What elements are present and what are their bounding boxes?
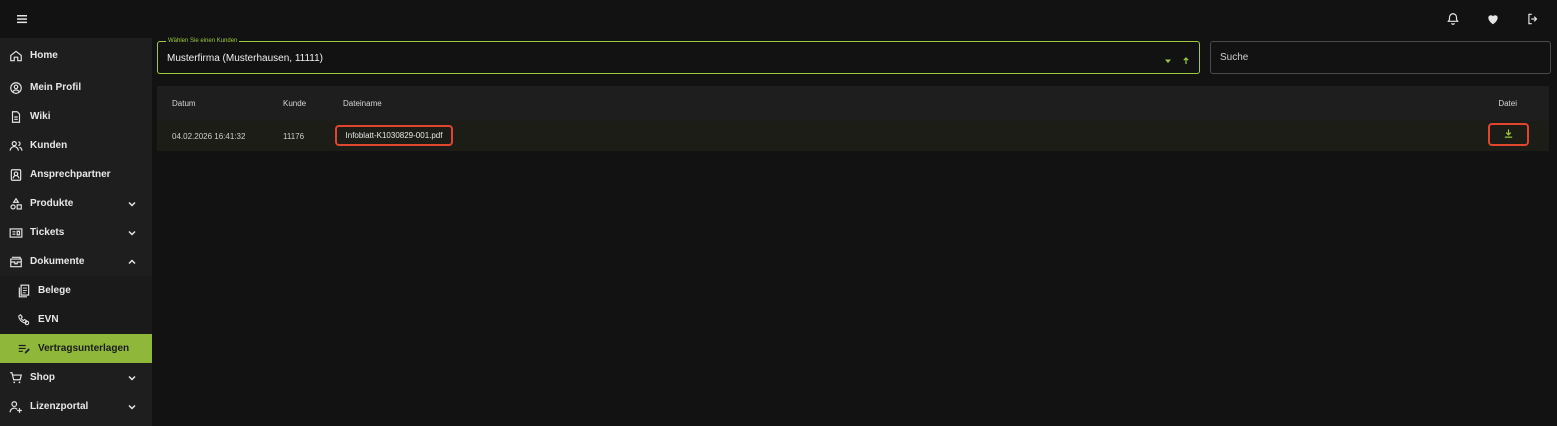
sidebar-item-ansprechpartner[interactable]: Ansprechpartner xyxy=(0,160,152,189)
sidebar-item-label: Mein Profil xyxy=(30,82,82,93)
sidebar-item-belege[interactable]: Belege xyxy=(0,276,152,305)
sidebar-item-label: Lizenzportal xyxy=(30,401,89,412)
chevron-down-icon xyxy=(126,400,138,412)
logout-icon[interactable] xyxy=(1523,9,1543,29)
sidebar-item-label: Produkte xyxy=(30,198,74,209)
contact-card-icon xyxy=(8,167,24,183)
users-icon xyxy=(8,138,24,154)
sidebar-item-label: Belege xyxy=(38,285,71,296)
sidebar-item-produkte[interactable]: Produkte xyxy=(0,189,152,218)
document-icon xyxy=(8,109,24,125)
cell-datum: 04.02.2026 16:41:32 xyxy=(172,132,246,141)
cell-kunde: 11176 xyxy=(283,132,305,141)
arrow-up-icon[interactable] xyxy=(1181,53,1191,71)
sidebar-item-dokumente[interactable]: Dokumente xyxy=(0,247,152,276)
top-bar xyxy=(0,0,1557,38)
download-button[interactable] xyxy=(1488,123,1529,146)
search-input[interactable] xyxy=(1210,41,1551,74)
documents-table: Datum Kunde Dateiname Datei 04.02.2026 1… xyxy=(157,86,1549,151)
home-icon xyxy=(8,48,24,64)
heart-icon[interactable] xyxy=(1483,9,1503,29)
sidebar-item-label: Wiki xyxy=(30,111,51,122)
shapes-icon xyxy=(8,196,24,212)
folder-icon xyxy=(8,254,24,270)
sidebar-item-label: Tickets xyxy=(30,227,65,238)
sidebar-item-tickets[interactable]: Tickets xyxy=(0,218,152,247)
sidebar-item-profile[interactable]: Mein Profil xyxy=(0,73,152,102)
sidebar-item-label: EVN xyxy=(38,314,59,325)
customer-select-label: Wählen Sie einen Kunden xyxy=(166,37,240,45)
sidebar: Home Mein Profil Wiki Kunden Ansprechpar… xyxy=(0,38,152,426)
sidebar-item-evn[interactable]: EVN xyxy=(0,305,152,334)
profile-icon xyxy=(8,80,24,96)
phone-settings-icon xyxy=(16,312,32,328)
file-name-link[interactable]: Infoblatt-K1030829-001.pdf xyxy=(335,125,453,146)
customer-select[interactable]: Wählen Sie einen Kunden Musterfirma (Mus… xyxy=(157,37,1200,74)
sidebar-item-shop[interactable]: Shop xyxy=(0,363,152,392)
sidebar-item-vertragsunterlagen[interactable]: Vertragsunterlagen xyxy=(0,334,152,363)
chevron-down-icon xyxy=(126,197,138,209)
edit-list-icon xyxy=(16,341,32,357)
sidebar-item-label: Ansprechpartner xyxy=(30,169,111,180)
sidebar-item-label: Vertragsunterlagen xyxy=(38,343,130,354)
sidebar-subnav-dokumente: Belege EVN Vertragsunterlagen xyxy=(0,276,152,363)
sidebar-item-label: Shop xyxy=(30,372,55,383)
sidebar-item-kunden[interactable]: Kunden xyxy=(0,131,152,160)
sidebar-item-wiki[interactable]: Wiki xyxy=(0,102,152,131)
dropdown-arrow-icon[interactable] xyxy=(1163,53,1173,71)
chevron-down-icon xyxy=(126,226,138,238)
cart-icon xyxy=(8,370,24,386)
column-header-kunde[interactable]: Kunde xyxy=(283,99,306,108)
ticket-icon xyxy=(8,225,24,241)
receipts-icon xyxy=(16,283,32,299)
sidebar-item-label: Kunden xyxy=(30,140,68,151)
user-add-icon xyxy=(8,399,24,415)
sidebar-item-lizenzportal[interactable]: Lizenzportal xyxy=(0,392,152,421)
column-header-dateiname[interactable]: Dateiname xyxy=(343,99,382,108)
chevron-down-icon xyxy=(126,371,138,383)
chevron-up-icon xyxy=(126,255,138,267)
hamburger-menu-icon[interactable] xyxy=(14,11,30,27)
table-header: Datum Kunde Dateiname Datei xyxy=(157,86,1549,121)
sidebar-item-label: Home xyxy=(30,50,58,61)
customer-select-value: Musterfirma (Musterhausen, 11111) xyxy=(167,53,323,64)
column-header-datei: Datei xyxy=(1498,99,1517,108)
bell-icon[interactable] xyxy=(1443,9,1463,29)
download-icon xyxy=(1503,126,1514,144)
table-row: 04.02.2026 16:41:32 11176 Infoblatt-K103… xyxy=(157,121,1549,151)
column-header-datum[interactable]: Datum xyxy=(172,99,196,108)
sidebar-item-label: Dokumente xyxy=(30,256,85,267)
sidebar-item-home[interactable]: Home xyxy=(0,38,152,73)
